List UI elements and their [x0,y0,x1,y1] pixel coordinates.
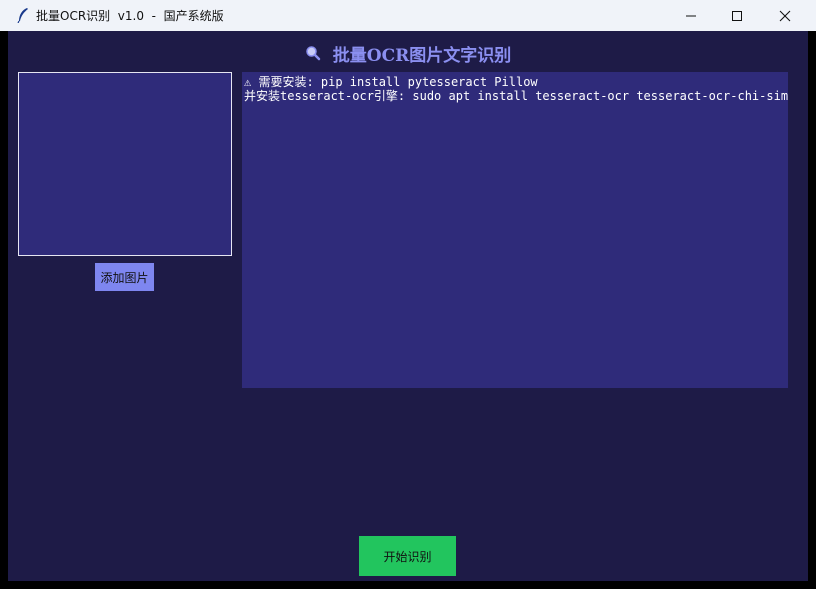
window-border-right [808,31,816,589]
window-border-left [0,31,8,589]
minimize-icon [685,10,697,22]
window-border-bottom [0,581,816,589]
minimize-button[interactable] [668,0,714,31]
maximize-icon [731,10,743,22]
magnifier-icon [305,45,321,61]
close-icon [779,10,791,22]
output-line: ⚠ 需要安装: pip install pytesseract Pillow [244,75,538,89]
page-title: 批量OCR图片文字识别 [332,45,512,66]
app-window: 批量OCR识别 v1.0 - 国产系统版 批量OCR图片文字识别 添加图片 ⚠ … [0,0,816,589]
page-title-row: 批量OCR图片文字识别 [8,41,808,66]
title-bar[interactable]: 批量OCR识别 v1.0 - 国产系统版 [0,0,816,31]
main-content: 批量OCR图片文字识别 添加图片 ⚠ 需要安装: pip install pyt… [8,31,808,581]
close-button[interactable] [762,0,808,31]
feather-icon [16,7,30,24]
image-preview [18,72,232,256]
window-title: 批量OCR识别 v1.0 - 国产系统版 [36,9,224,23]
output-line: 并安装tesseract-ocr引擎: sudo apt install tes… [244,89,788,103]
add-image-button[interactable]: 添加图片 [95,263,154,291]
result-textbox[interactable]: ⚠ 需要安装: pip install pytesseract Pillow 并安… [242,72,788,388]
start-recognition-button[interactable]: 开始识别 [359,536,456,576]
maximize-button[interactable] [714,0,760,31]
